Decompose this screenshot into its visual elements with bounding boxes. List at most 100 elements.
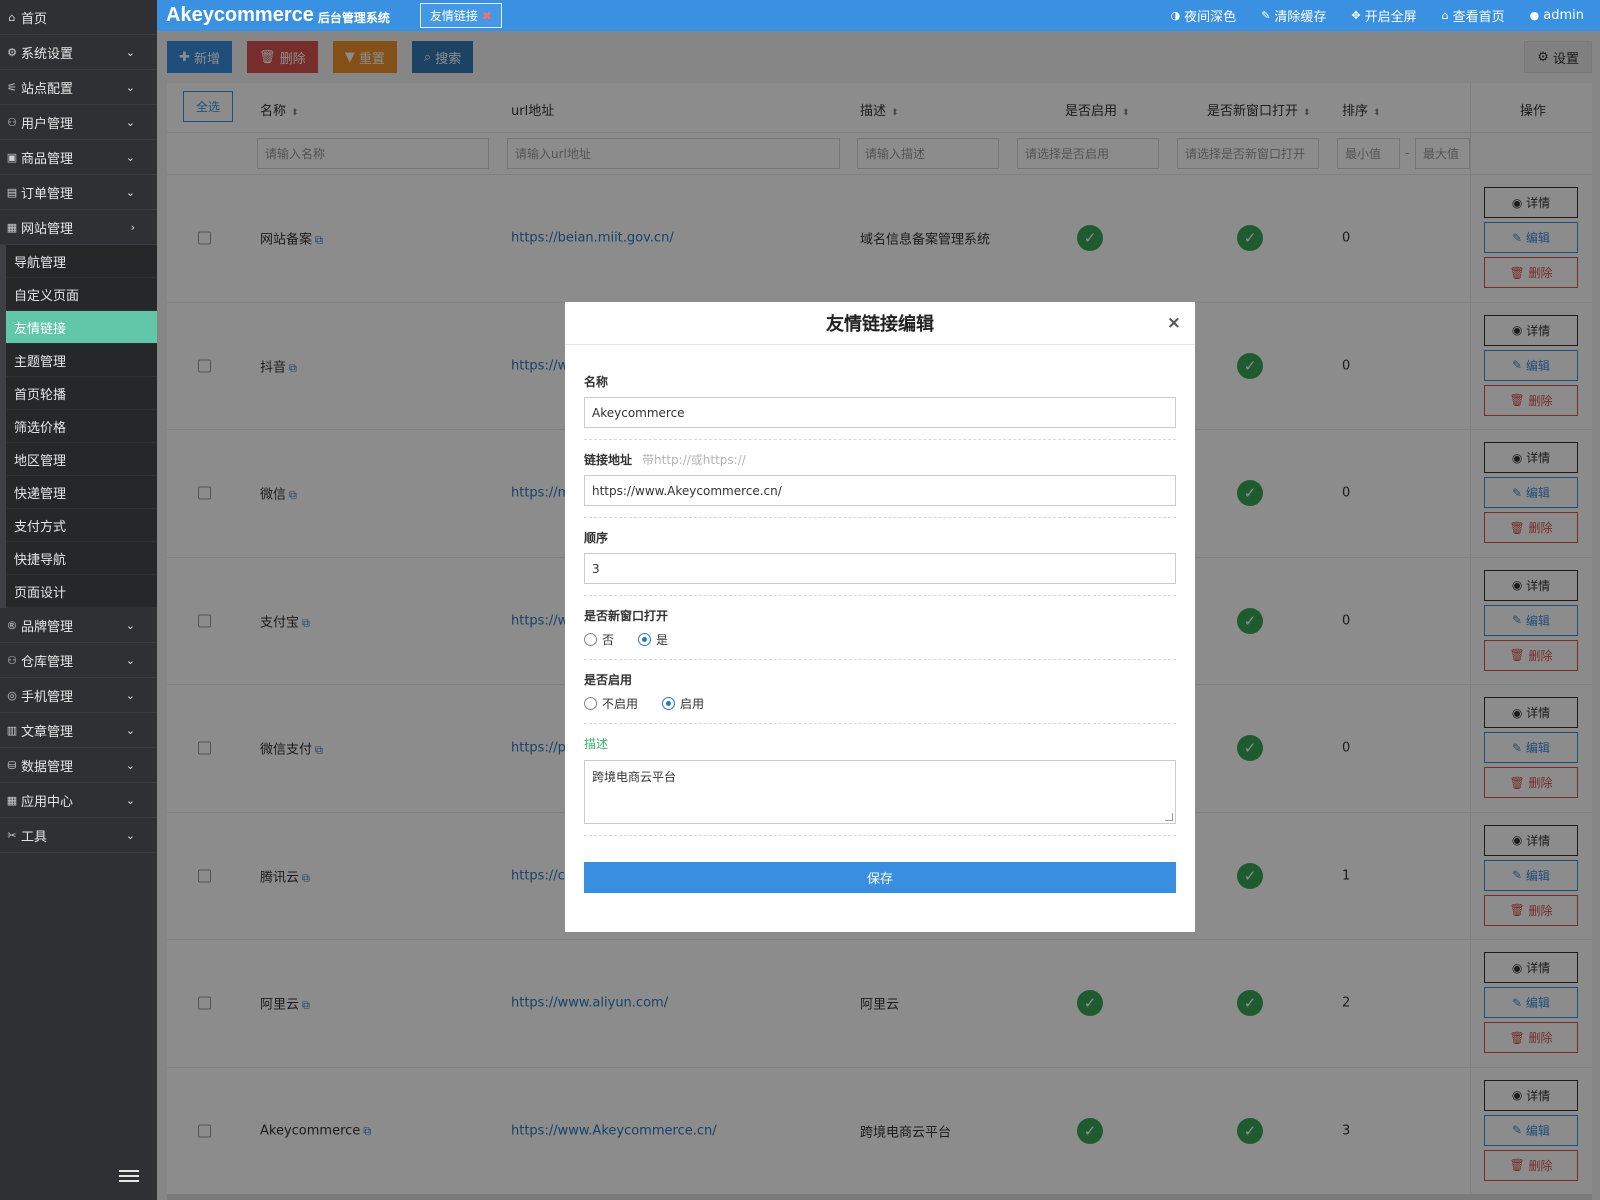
top-bar-actions: ◑ 夜间深色 ✎ 清除缓存 ✥ 开启全屏 ⌂ 查看首页 ● admin [1146, 6, 1600, 25]
sidebar-item-label: 站点配置 [21, 81, 74, 97]
user-icon: ● [1529, 9, 1540, 22]
brand-subtitle: 后台管理系统 [317, 11, 390, 25]
menu-icon: ⚇ [7, 115, 17, 129]
sidebar-subitem[interactable]: 支付方式 [6, 509, 157, 542]
new-window-field-group: 是否新窗口打开 否 是 [584, 607, 1176, 660]
view-home-button[interactable]: ⌂ 查看首页 [1442, 6, 1505, 25]
radio-unchecked [584, 633, 597, 646]
menu-icon: ✂ [7, 828, 17, 842]
chevron-down-icon: ⌄ [125, 185, 135, 199]
sidebar-item-home[interactable]: ⌂ 首页 [0, 0, 157, 35]
sidebar-group[interactable]: ⚇ 用户管理 ⌄ [0, 105, 157, 140]
user-menu[interactable]: ● admin [1530, 8, 1584, 23]
sidebar-groups-bottom: ® 品牌管理 ⌄ ⚇ 仓库管理 ⌄ ◎ 手机管理 ⌄ ▥ 文章管理 ⌄ ⛁ 数据管理 ⌄ ▦ 应用中心 ⌄ ✂ 工具 ⌄ [0, 608, 157, 853]
radio-label: 不启用 [602, 697, 639, 711]
top-bar: Akeycommerce 后台管理系统 友情链接 ✖ ◑ 夜间深色 ✎ 清除缓存 ✥… [157, 0, 1600, 31]
sidebar-subitem[interactable]: 快捷导航 [6, 542, 157, 575]
url-field-group: 链接地址 带http://或https:// https://www.Akeyco… [584, 451, 1176, 518]
sidebar-group[interactable]: ◎ 手机管理 ⌄ [0, 678, 157, 713]
chevron-down-icon: ⌄ [125, 793, 135, 807]
sidebar-group[interactable]: ▤ 订单管理 ⌄ [0, 175, 157, 210]
chevron-right-icon: › [130, 220, 135, 234]
menu-icon: ▦ [6, 220, 18, 234]
menu-icon: ⚟ [7, 80, 17, 94]
url-field[interactable]: https://www.Akeycommerce.cn/ [584, 475, 1176, 506]
tab-label: 友情链接 [429, 9, 478, 23]
sidebar-item-label: 用户管理 [21, 116, 74, 132]
sidebar-subitem[interactable]: 页面设计 [6, 575, 157, 608]
sidebar-group[interactable]: ▦ 应用中心 ⌄ [0, 783, 157, 818]
night-mode-label: 夜间深色 [1184, 10, 1237, 25]
chevron-down-icon: ⌄ [125, 115, 135, 129]
new-window-radio-yes[interactable]: 是 [638, 631, 668, 648]
dialog-header: 友情链接编辑 × [565, 302, 1195, 345]
sidebar-item-label: 工具 [21, 829, 48, 845]
chevron-down-icon: ⌄ [125, 150, 135, 164]
collapse-sidebar-icon[interactable] [119, 1170, 139, 1186]
enabled-label: 是否启用 [584, 673, 633, 687]
radio-unchecked [584, 697, 597, 710]
sidebar-item-label: 订单管理 [21, 186, 74, 202]
home-icon: ⌂ [8, 10, 16, 24]
sidebar-group[interactable]: ▦ 网站管理 › [0, 210, 157, 245]
sidebar-item-label: 数据管理 [21, 759, 74, 775]
order-field[interactable]: 3 [584, 553, 1176, 584]
radio-label: 启用 [680, 697, 705, 711]
sidebar-item-label: 仓库管理 [21, 654, 74, 670]
chevron-down-icon: ⌄ [125, 45, 135, 59]
sidebar-item-label: 商品管理 [21, 151, 74, 167]
sidebar-subitem[interactable]: 自定义页面 [6, 278, 157, 311]
chevron-down-icon: ⌄ [125, 723, 135, 737]
chevron-down-icon: ⌄ [125, 618, 135, 632]
sidebar-group[interactable]: ⚙ 系统设置 ⌄ [0, 35, 157, 70]
sidebar-item-label: 文章管理 [21, 724, 74, 740]
night-mode-button[interactable]: ◑ 夜间深色 [1171, 6, 1237, 25]
radio-checked [638, 633, 652, 646]
chevron-down-icon: ⌄ [125, 653, 135, 667]
sidebar-subitem[interactable]: 主题管理 [6, 344, 157, 377]
sidebar-group[interactable]: ⚟ 站点配置 ⌄ [0, 70, 157, 105]
sidebar-groups-top: ⚙ 系统设置 ⌄ ⚟ 站点配置 ⌄ ⚇ 用户管理 ⌄ ▣ 商品管理 ⌄ ▤ 订单管理 ⌄ ▦ 网站管理 › [0, 35, 157, 245]
sidebar-group[interactable]: ⚇ 仓库管理 ⌄ [0, 643, 157, 678]
sidebar-subitem[interactable]: 导航管理 [6, 245, 157, 278]
tab-friend-links[interactable]: 友情链接 ✖ [419, 3, 502, 28]
sidebar-group[interactable]: ✂ 工具 ⌄ [0, 818, 157, 853]
save-button[interactable]: 保存 [584, 862, 1176, 893]
fullscreen-button[interactable]: ✥ 开启全屏 [1351, 6, 1416, 25]
sidebar-subitem[interactable]: 快递管理 [6, 476, 157, 509]
close-icon[interactable]: × [1167, 313, 1181, 333]
sidebar-item-label: 手机管理 [21, 689, 74, 705]
sidebar-group[interactable]: ▣ 商品管理 ⌄ [0, 140, 157, 175]
close-tab-icon[interactable]: ✖ [482, 9, 492, 23]
name-field-group: 名称 Akeycommerce [584, 373, 1176, 440]
sidebar: ⌂ 首页 ⚙ 系统设置 ⌄ ⚟ 站点配置 ⌄ ⚇ 用户管理 ⌄ ▣ 商品管理 ⌄ ▤ 订单管理 ⌄ ▦ 网站管理… [0, 0, 157, 1200]
chevron-down-icon: ⌄ [125, 688, 135, 702]
brand-logo-text: Akeycommerce [166, 4, 314, 26]
sidebar-subitem[interactable]: 筛选价格 [6, 410, 157, 443]
menu-icon: ▤ [6, 185, 18, 199]
resize-handle-icon[interactable] [1165, 813, 1173, 821]
sidebar-subitem[interactable]: 地区管理 [6, 443, 157, 476]
view-home-label: 查看首页 [1452, 10, 1505, 25]
desc-textarea[interactable]: 跨境电商云平台 [584, 760, 1176, 824]
enabled-radio-off[interactable]: 不启用 [584, 695, 638, 712]
menu-icon: ▣ [6, 150, 18, 164]
sidebar-group[interactable]: ⛁ 数据管理 ⌄ [0, 748, 157, 783]
name-field[interactable]: Akeycommerce [584, 397, 1176, 428]
sidebar-subitem[interactable]: 友情链接 [6, 311, 157, 344]
edit-link-dialog: 友情链接编辑 × 名称 Akeycommerce 链接地址 带http://或ht… [565, 302, 1195, 932]
menu-icon: ▥ [6, 723, 18, 737]
sidebar-subitem[interactable]: 首页轮播 [6, 377, 157, 410]
enabled-radio-on[interactable]: 启用 [662, 695, 704, 712]
chevron-down-icon: ⌄ [125, 758, 135, 772]
contrast-icon: ◑ [1170, 9, 1181, 22]
sidebar-group[interactable]: ® 品牌管理 ⌄ [0, 608, 157, 643]
menu-icon: ◎ [7, 688, 17, 702]
desc-label: 描述 [584, 737, 609, 751]
clear-cache-button[interactable]: ✎ 清除缓存 [1261, 6, 1326, 25]
sidebar-group[interactable]: ▥ 文章管理 ⌄ [0, 713, 157, 748]
menu-icon: ⚇ [7, 653, 17, 667]
chevron-down-icon: ⌄ [125, 80, 135, 94]
new-window-label: 是否新窗口打开 [584, 609, 669, 623]
new-window-radio-no[interactable]: 否 [584, 631, 614, 648]
